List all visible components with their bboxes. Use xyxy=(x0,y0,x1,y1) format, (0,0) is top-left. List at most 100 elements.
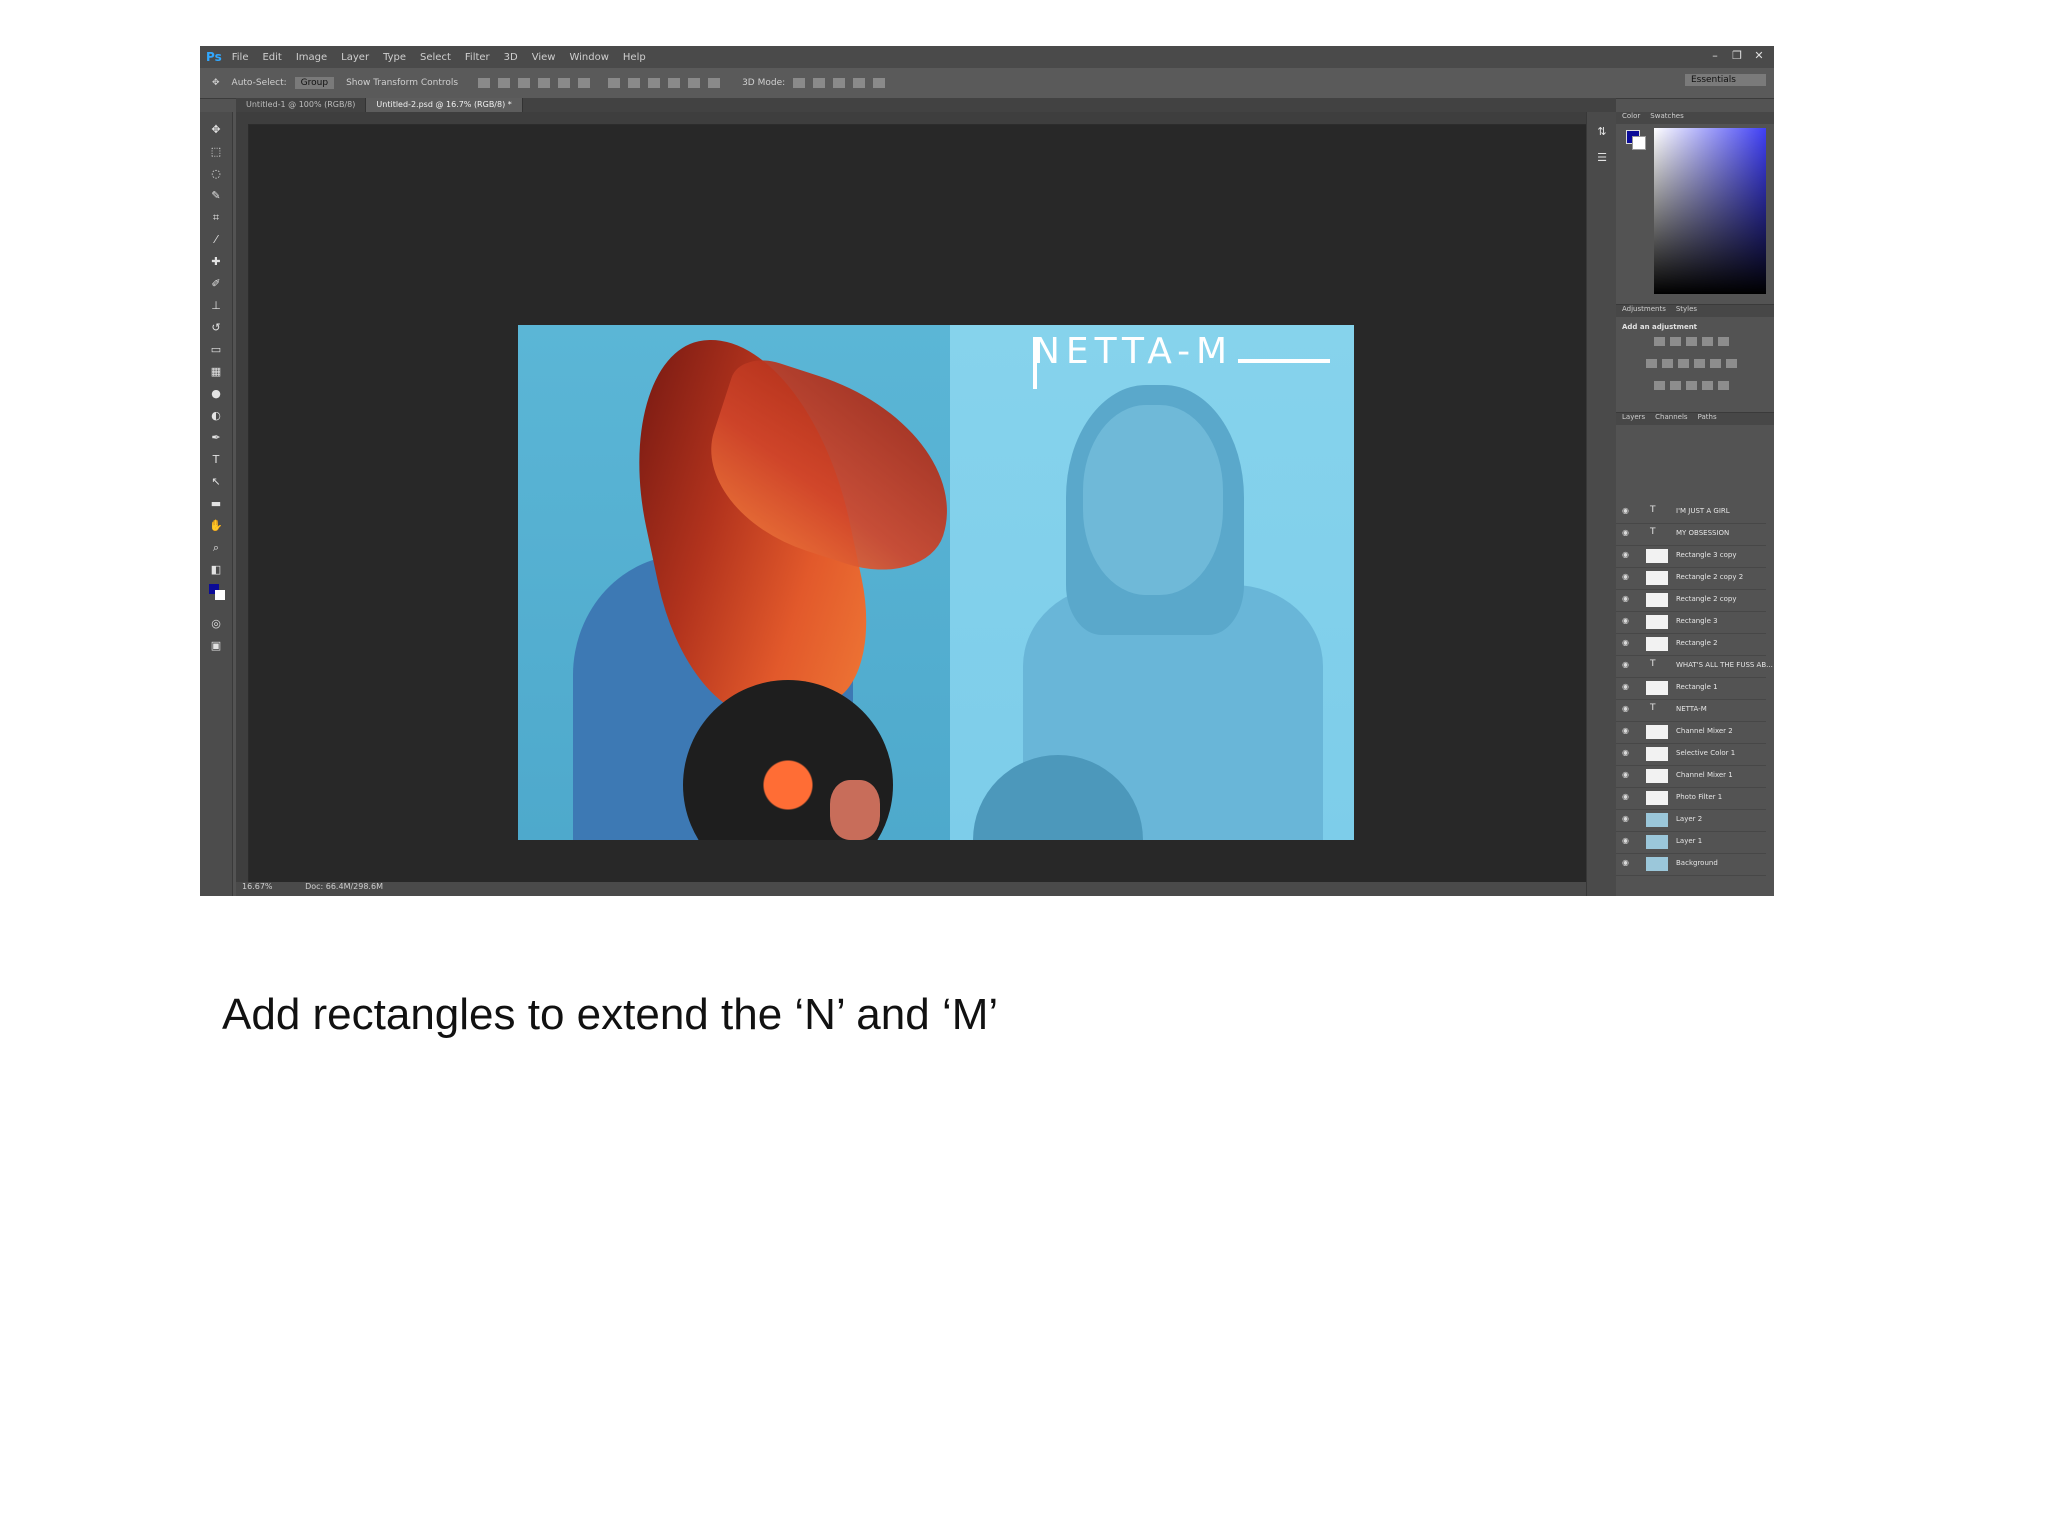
distribute-bottom-icon[interactable] xyxy=(648,78,661,88)
n-extension-rectangle[interactable] xyxy=(1033,337,1037,389)
auto-select-label[interactable]: Auto-Select: xyxy=(232,78,287,88)
visibility-eye-icon[interactable]: ◉ xyxy=(1622,705,1630,713)
m-extension-rectangle[interactable] xyxy=(1238,359,1330,363)
tab-adjustments[interactable]: Adjustments xyxy=(1622,305,1666,317)
layer-row[interactable]: ◉ Rectangle 1 xyxy=(1616,677,1766,700)
black-white-icon[interactable] xyxy=(1678,359,1689,368)
menu-select[interactable]: Select xyxy=(420,52,451,63)
visibility-eye-icon[interactable]: ◉ xyxy=(1622,683,1630,691)
menu-3d[interactable]: 3D xyxy=(504,52,518,63)
align-center-icon[interactable] xyxy=(558,78,571,88)
path-select-tool-icon[interactable]: ↖ xyxy=(209,476,223,488)
vibrance-icon[interactable] xyxy=(1718,337,1729,346)
pen-tool-icon[interactable]: ✒ xyxy=(209,432,223,444)
visibility-eye-icon[interactable]: ◉ xyxy=(1622,573,1630,581)
document-image[interactable]: NETTA-M xyxy=(518,325,1354,840)
visibility-eye-icon[interactable]: ◉ xyxy=(1622,727,1630,735)
color-balance-icon[interactable] xyxy=(1662,359,1673,368)
align-top-icon[interactable] xyxy=(478,78,491,88)
tab-swatches[interactable]: Swatches xyxy=(1650,112,1683,124)
marquee-tool-icon[interactable]: ⬚ xyxy=(209,146,223,158)
tab-color[interactable]: Color xyxy=(1622,112,1640,124)
restore-icon[interactable]: ❐ xyxy=(1728,49,1746,63)
menu-window[interactable]: Window xyxy=(569,52,608,63)
selective-color-icon[interactable] xyxy=(1718,381,1729,390)
healing-tool-icon[interactable]: ✚ xyxy=(209,256,223,268)
tab-channels[interactable]: Channels xyxy=(1655,413,1687,425)
eyedropper-tool-icon[interactable]: ⁄ xyxy=(209,234,223,246)
screen-mode-icon[interactable]: ▣ xyxy=(209,640,223,652)
visibility-eye-icon[interactable]: ◉ xyxy=(1622,617,1630,625)
layer-row[interactable]: ◉ Background xyxy=(1616,853,1766,876)
layer-row[interactable]: ◉ Rectangle 2 xyxy=(1616,633,1766,656)
default-colors-icon[interactable]: ◧ xyxy=(209,564,223,576)
menu-layer[interactable]: Layer xyxy=(341,52,369,63)
menu-view[interactable]: View xyxy=(532,52,556,63)
transform-controls-checkbox[interactable]: Show Transform Controls xyxy=(346,78,458,88)
3d-pan-icon[interactable] xyxy=(833,78,846,88)
color-picker-field[interactable] xyxy=(1654,128,1766,294)
visibility-eye-icon[interactable]: ◉ xyxy=(1622,859,1630,867)
menu-edit[interactable]: Edit xyxy=(262,52,281,63)
history-icon[interactable]: ⇅ xyxy=(1595,126,1609,138)
distribute-middle-icon[interactable] xyxy=(628,78,641,88)
layer-row[interactable]: ◉ Rectangle 3 xyxy=(1616,611,1766,634)
3d-rotate-icon[interactable] xyxy=(793,78,806,88)
layer-row[interactable]: ◉ Layer 2 xyxy=(1616,809,1766,832)
align-bottom-icon[interactable] xyxy=(518,78,531,88)
menu-help[interactable]: Help xyxy=(623,52,646,63)
color-lookup-icon[interactable] xyxy=(1726,359,1737,368)
type-tool-icon[interactable]: T xyxy=(209,454,223,466)
layer-row[interactable]: ◉ Photo Filter 1 xyxy=(1616,787,1766,810)
distribute-top-icon[interactable] xyxy=(608,78,621,88)
layer-row[interactable]: ◉ Channel Mixer 2 xyxy=(1616,721,1766,744)
menu-type[interactable]: Type xyxy=(383,52,406,63)
brightness-icon[interactable] xyxy=(1654,337,1665,346)
align-middle-icon[interactable] xyxy=(498,78,511,88)
menu-image[interactable]: Image xyxy=(296,52,327,63)
layer-row[interactable]: ◉ Selective Color 1 xyxy=(1616,743,1766,766)
canvas-area[interactable]: NETTA-M xyxy=(249,125,1586,888)
tab-layers[interactable]: Layers xyxy=(1622,413,1645,425)
visibility-eye-icon[interactable]: ◉ xyxy=(1622,793,1630,801)
visibility-eye-icon[interactable]: ◉ xyxy=(1622,771,1630,779)
layer-row[interactable]: ◉ Rectangle 3 copy xyxy=(1616,545,1766,568)
dodge-tool-icon[interactable]: ◐ xyxy=(209,410,223,422)
distribute-left-icon[interactable] xyxy=(668,78,681,88)
lasso-tool-icon[interactable]: ◌ xyxy=(209,168,223,180)
quick-mask-icon[interactable]: ◎ xyxy=(209,618,223,630)
quick-select-tool-icon[interactable]: ✎ xyxy=(209,190,223,202)
blur-tool-icon[interactable]: ● xyxy=(209,388,223,400)
layer-row[interactable]: ◉ T NETTA-M xyxy=(1616,699,1766,722)
photo-filter-icon[interactable] xyxy=(1694,359,1705,368)
move-tool-icon[interactable]: ✥ xyxy=(212,78,220,88)
distribute-right-icon[interactable] xyxy=(708,78,721,88)
exposure-icon[interactable] xyxy=(1702,337,1713,346)
layer-row[interactable]: ◉ Rectangle 2 copy xyxy=(1616,589,1766,612)
3d-roll-icon[interactable] xyxy=(813,78,826,88)
background-color-swatch[interactable] xyxy=(215,590,225,600)
curves-icon[interactable] xyxy=(1686,337,1697,346)
visibility-eye-icon[interactable]: ◉ xyxy=(1622,837,1630,845)
tab-document-1[interactable]: Untitled-1 @ 100% (RGB/8) xyxy=(236,98,367,112)
hue-saturation-icon[interactable] xyxy=(1646,359,1657,368)
auto-select-dropdown[interactable]: Group xyxy=(294,77,335,89)
posterize-icon[interactable] xyxy=(1670,381,1681,390)
tab-paths[interactable]: Paths xyxy=(1698,413,1717,425)
layer-row[interactable]: ◉ Channel Mixer 1 xyxy=(1616,765,1766,788)
menu-file[interactable]: File xyxy=(232,52,249,63)
tab-styles[interactable]: Styles xyxy=(1676,305,1697,317)
tab-document-2[interactable]: Untitled-2.psd @ 16.7% (RGB/8) * xyxy=(366,98,523,112)
3d-scale-icon[interactable] xyxy=(873,78,886,88)
brush-tool-icon[interactable]: ✐ xyxy=(209,278,223,290)
visibility-eye-icon[interactable]: ◉ xyxy=(1622,551,1630,559)
minimize-icon[interactable]: – xyxy=(1706,49,1724,63)
eraser-tool-icon[interactable]: ▭ xyxy=(209,344,223,356)
visibility-eye-icon[interactable]: ◉ xyxy=(1622,507,1630,515)
layer-row[interactable]: ◉ T I'M JUST A GIRL xyxy=(1616,501,1766,524)
background-swatch[interactable] xyxy=(1632,136,1646,150)
properties-icon[interactable]: ☰ xyxy=(1595,152,1609,164)
workspace-dropdown[interactable]: Essentials xyxy=(1684,74,1766,86)
close-icon[interactable]: ✕ xyxy=(1750,49,1768,63)
visibility-eye-icon[interactable]: ◉ xyxy=(1622,749,1630,757)
